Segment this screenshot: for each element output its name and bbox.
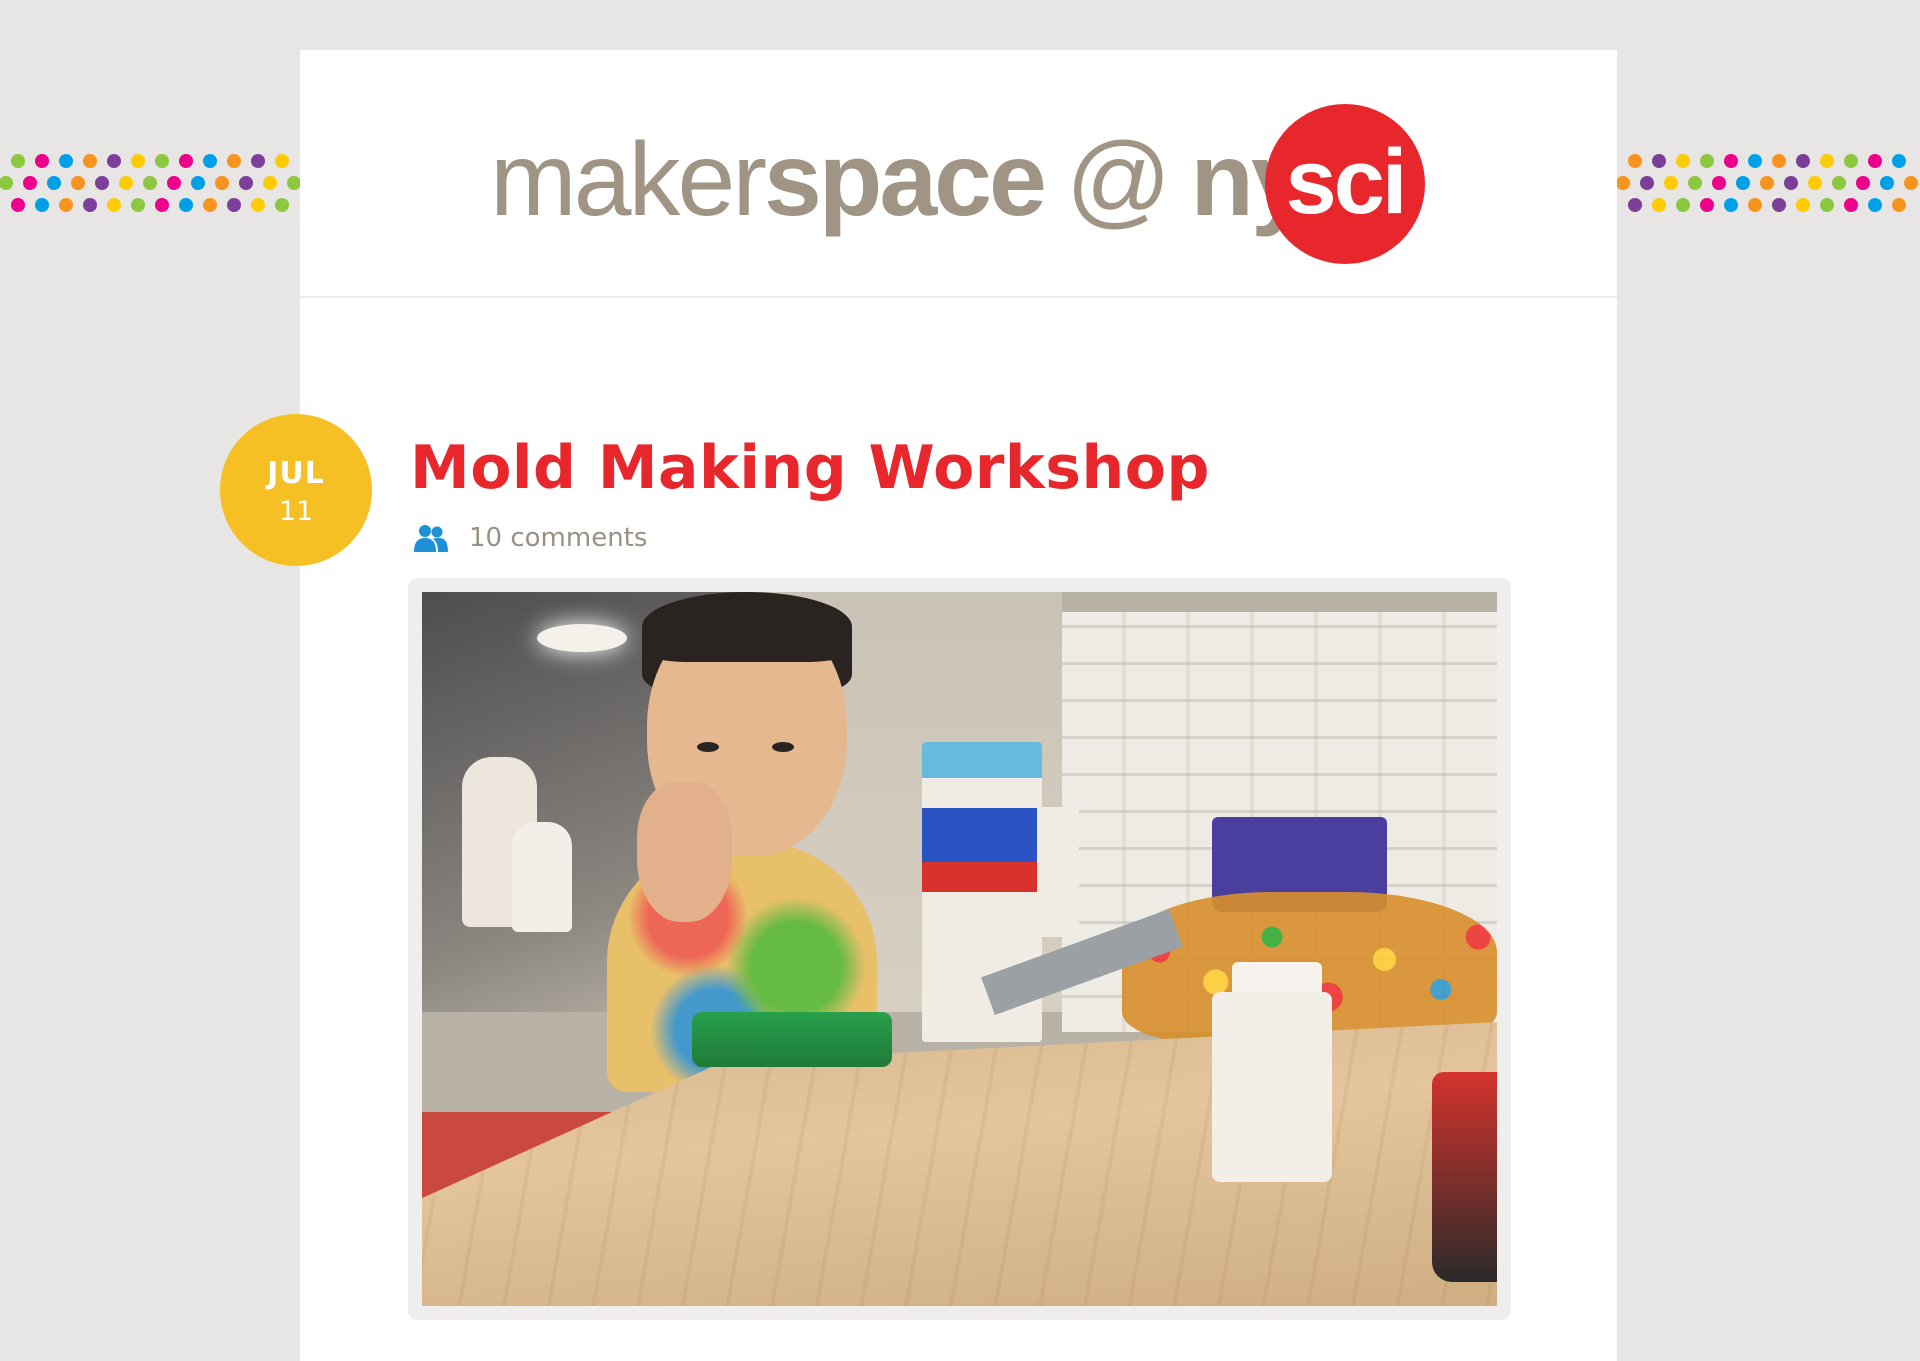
decorative-dot [1856, 176, 1870, 190]
decorative-dot-band-left [0, 153, 300, 215]
decorative-dot [107, 154, 121, 168]
decorative-dot [107, 198, 121, 212]
decorative-dot [1892, 154, 1906, 168]
decorative-dot [1628, 154, 1642, 168]
users-icon [414, 525, 448, 552]
decorative-dot [203, 198, 217, 212]
decorative-dot [119, 176, 133, 190]
decorative-dot [251, 154, 265, 168]
decorative-dot [1808, 176, 1822, 190]
decorative-dot [47, 176, 61, 190]
decorative-dot [239, 176, 253, 190]
decorative-dot [191, 176, 205, 190]
decorative-dot [1712, 176, 1726, 190]
decorative-dot [251, 198, 265, 212]
decorative-dot [59, 154, 73, 168]
decorative-dot [1844, 154, 1858, 168]
decorative-dot [83, 198, 97, 212]
decorative-dot [155, 198, 169, 212]
decorative-dot [1688, 176, 1702, 190]
decorative-dot [1832, 176, 1846, 190]
logo-maker: maker [490, 122, 767, 238]
decorative-dot [1736, 176, 1750, 190]
decorative-dot [131, 154, 145, 168]
decorative-dot [1820, 198, 1834, 212]
decorative-dot [143, 176, 157, 190]
logo-wordmark: makerspace @ ny [490, 128, 1309, 232]
logo-sci-circle: sci [1265, 104, 1425, 264]
decorative-dot [1640, 176, 1654, 190]
decorative-dot [95, 176, 109, 190]
decorative-dot [1880, 176, 1894, 190]
decorative-dot [179, 154, 193, 168]
decorative-dot [0, 176, 13, 190]
comments-link[interactable]: 10 comments [469, 523, 647, 553]
decorative-dot [1868, 198, 1882, 212]
decorative-dot [275, 198, 289, 212]
decorative-dot [1724, 198, 1738, 212]
post-photo-frame [408, 578, 1511, 1320]
decorative-dot [1652, 154, 1666, 168]
decorative-dot [71, 176, 85, 190]
dot-pattern-left [0, 154, 300, 212]
decorative-dot [23, 176, 37, 190]
decorative-dot [1904, 176, 1918, 190]
decorative-dot [1796, 154, 1810, 168]
decorative-dot [215, 176, 229, 190]
decorative-dot [11, 198, 25, 212]
decorative-dot [227, 154, 241, 168]
decorative-dot [1820, 154, 1834, 168]
site-header: makerspace @ ny sci [300, 50, 1617, 298]
decorative-dot [1652, 198, 1666, 212]
decorative-dot [155, 154, 169, 168]
decorative-dot [1892, 198, 1906, 212]
dot-pattern-right [1617, 154, 1918, 212]
decorative-dot [1844, 198, 1858, 212]
logo-at-sign: @ [1065, 122, 1172, 238]
post-date-badge: JUL 11 [220, 414, 372, 566]
logo-sci: sci [1285, 131, 1408, 233]
decorative-dot [263, 176, 277, 190]
decorative-dot [59, 198, 73, 212]
decorative-dot [167, 176, 181, 190]
decorative-dot [1772, 154, 1786, 168]
decorative-dot [275, 154, 289, 168]
decorative-dot [1748, 154, 1762, 168]
decorative-dot [1628, 198, 1642, 212]
post-date-month: JUL [267, 456, 325, 491]
decorative-dot [1796, 198, 1810, 212]
decorative-dot [1724, 154, 1738, 168]
decorative-dot [1700, 198, 1714, 212]
logo-space: space [763, 122, 1047, 238]
decorative-dot [1760, 176, 1774, 190]
post-meta: 10 comments [413, 520, 647, 556]
decorative-dot [1700, 154, 1714, 168]
decorative-dot [131, 198, 145, 212]
decorative-dot [1676, 154, 1690, 168]
decorative-dot [1748, 198, 1762, 212]
decorative-dot [203, 154, 217, 168]
decorative-dot [287, 176, 300, 190]
decorative-dot [1868, 154, 1882, 168]
decorative-dot [35, 154, 49, 168]
decorative-dot [227, 198, 241, 212]
decorative-dot [35, 198, 49, 212]
makerspace-nysci-logo[interactable]: makerspace @ ny sci [490, 102, 1430, 272]
decorative-dot-band-right [1617, 153, 1920, 215]
decorative-dot [1676, 198, 1690, 212]
decorative-dot [1664, 176, 1678, 190]
post-photo[interactable] [422, 592, 1497, 1306]
decorative-dot [1772, 198, 1786, 212]
post-date-day: 11 [278, 496, 314, 527]
decorative-dot [1784, 176, 1798, 190]
decorative-dot [1617, 176, 1630, 190]
decorative-dot [83, 154, 97, 168]
decorative-dot [179, 198, 193, 212]
decorative-dot [11, 154, 25, 168]
post-title[interactable]: Mold Making Workshop [410, 438, 1210, 498]
